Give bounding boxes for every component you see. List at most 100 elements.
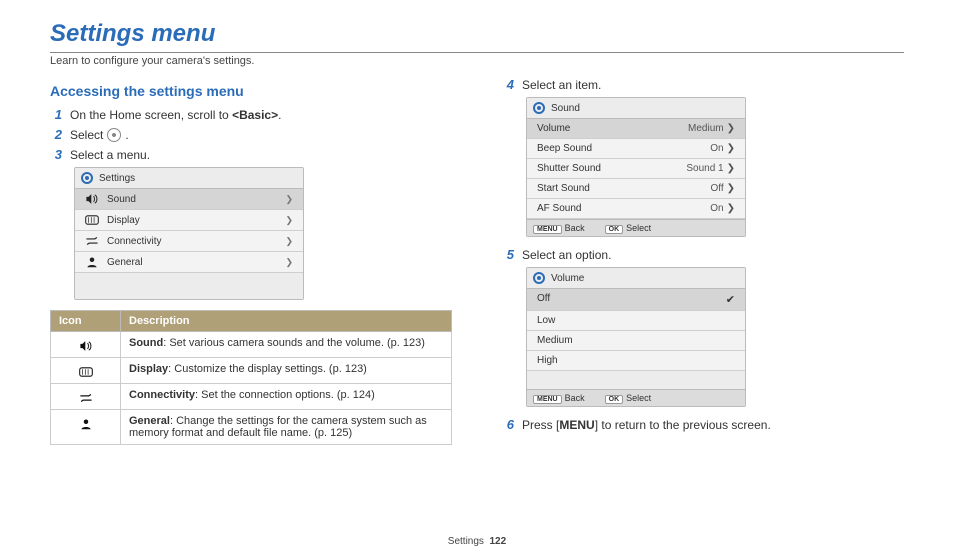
row-title: Connectivity [129, 389, 195, 401]
chevron-right-icon: ❯ [727, 143, 735, 154]
page-footer: Settings 122 [0, 536, 954, 547]
step-1: 1 On the Home screen, scroll to <Basic>. [50, 107, 452, 122]
menu-key-icon: MENU [533, 225, 562, 234]
table-row: General: Change the settings for the cam… [51, 410, 452, 445]
row-value: Off [710, 183, 723, 194]
step-text-end: ] to return to the previous screen. [595, 418, 771, 432]
section-title: Accessing the settings menu [50, 83, 452, 99]
row-label: Off [537, 293, 550, 306]
step-5: 5 Select an option. [502, 247, 904, 262]
row-value: On [710, 203, 723, 214]
step-2: 2 Select . [50, 127, 452, 142]
settings-row-sound[interactable]: Sound ❯ [75, 189, 303, 210]
sound-row-beep[interactable]: Beep Sound On❯ [527, 139, 745, 159]
connectivity-icon [51, 384, 121, 410]
chevron-right-icon: ❯ [727, 123, 735, 134]
sound-row-shutter[interactable]: Shutter Sound Sound 1❯ [527, 159, 745, 179]
page-title: Settings menu [50, 20, 904, 48]
row-label: Low [537, 315, 555, 326]
row-label: Connectivity [107, 236, 161, 247]
person-icon [85, 256, 99, 268]
step-text: Select an option. [522, 248, 904, 262]
panel-filler [75, 273, 303, 299]
menu-key-icon: MENU [533, 395, 562, 404]
footer-back: Back [565, 223, 585, 233]
step-4: 4 Select an item. [502, 77, 904, 92]
right-column: 4 Select an item. Sound Volume Medium❯ B… [502, 77, 904, 445]
ok-key-icon: OK [605, 395, 624, 404]
row-label: AF Sound [537, 203, 581, 214]
panel-header: Volume [527, 268, 745, 289]
settings-row-general[interactable]: General ❯ [75, 252, 303, 273]
step-text: On the Home screen, scroll to [70, 108, 232, 122]
footer-select: Select [626, 393, 651, 403]
chevron-right-icon: ❯ [727, 203, 735, 214]
step-6: 6 Press [MENU] to return to the previous… [502, 417, 904, 432]
row-value: Medium [688, 123, 724, 134]
footer-page-number: 122 [490, 536, 507, 547]
panel-header: Sound [527, 98, 745, 119]
sound-panel: Sound Volume Medium❯ Beep Sound On❯ Shut… [526, 97, 746, 237]
title-rule [50, 52, 904, 53]
person-icon [51, 410, 121, 445]
settings-row-connectivity[interactable]: Connectivity ❯ [75, 231, 303, 252]
display-icon [85, 214, 99, 226]
step-text-end: . [125, 128, 128, 142]
row-label: Display [107, 215, 140, 226]
table-row: Connectivity: Set the connection options… [51, 384, 452, 410]
target-icon [81, 172, 93, 184]
left-column: Accessing the settings menu 1 On the Hom… [50, 77, 452, 445]
check-icon: ✔ [726, 293, 735, 306]
step-text: Select [70, 128, 103, 142]
footer-select: Select [626, 223, 651, 233]
gear-icon [107, 128, 121, 142]
speaker-icon [85, 193, 99, 205]
chevron-right-icon: ❯ [285, 194, 293, 205]
target-icon [533, 102, 545, 114]
chevron-right-icon: ❯ [727, 183, 735, 194]
sound-row-af[interactable]: AF Sound On ❯ [527, 199, 745, 219]
speaker-icon [51, 332, 121, 358]
row-text: : Set various camera sounds and the volu… [163, 337, 425, 349]
row-text: : Customize the display settings. (p. 12… [168, 363, 367, 375]
step-bold: <Basic> [232, 108, 278, 122]
panel-title: Sound [551, 103, 580, 114]
ok-key-icon: OK [605, 225, 624, 234]
sound-row-start[interactable]: Start Sound Off❯ [527, 179, 745, 199]
display-icon [51, 358, 121, 384]
page-subtitle: Learn to configure your camera's setting… [50, 55, 904, 67]
settings-row-display[interactable]: Display ❯ [75, 210, 303, 231]
volume-row-medium[interactable]: Medium [527, 331, 745, 351]
table-row: Display: Customize the display settings.… [51, 358, 452, 384]
volume-row-high[interactable]: High [527, 351, 745, 371]
settings-panel: Settings Sound ❯ Display ❯ [74, 167, 304, 300]
panel-header: Settings [75, 168, 303, 189]
panel-filler [527, 371, 745, 389]
sound-row-volume[interactable]: Volume Medium❯ [527, 119, 745, 139]
row-title: General [129, 415, 170, 427]
chevron-right-icon: ❯ [285, 257, 293, 268]
table-row: Sound: Set various camera sounds and the… [51, 332, 452, 358]
table-header-icon: Icon [51, 311, 121, 332]
target-icon [533, 272, 545, 284]
panel-footer: MENUBack OKSelect [527, 219, 745, 236]
volume-row-low[interactable]: Low [527, 311, 745, 331]
row-label: Shutter Sound [537, 163, 601, 174]
chevron-right-icon: ❯ [285, 236, 293, 247]
step-number: 2 [50, 127, 62, 142]
row-label: Sound [107, 194, 136, 205]
volume-row-off[interactable]: Off ✔ [527, 289, 745, 311]
chevron-right-icon: ❯ [727, 163, 735, 174]
connectivity-icon [85, 235, 99, 247]
menu-key-label: MENU [559, 418, 594, 432]
panel-title: Volume [551, 273, 584, 284]
volume-panel: Volume Off ✔ Low Medium High MENUBack OK [526, 267, 746, 407]
row-label: Volume [537, 123, 570, 134]
footer-back: Back [565, 393, 585, 403]
table-header-desc: Description [121, 311, 452, 332]
row-label: General [107, 257, 143, 268]
step-number: 1 [50, 107, 62, 122]
step-number: 4 [502, 77, 514, 92]
panel-title: Settings [99, 173, 135, 184]
panel-footer: MENUBack OKSelect [527, 389, 745, 406]
